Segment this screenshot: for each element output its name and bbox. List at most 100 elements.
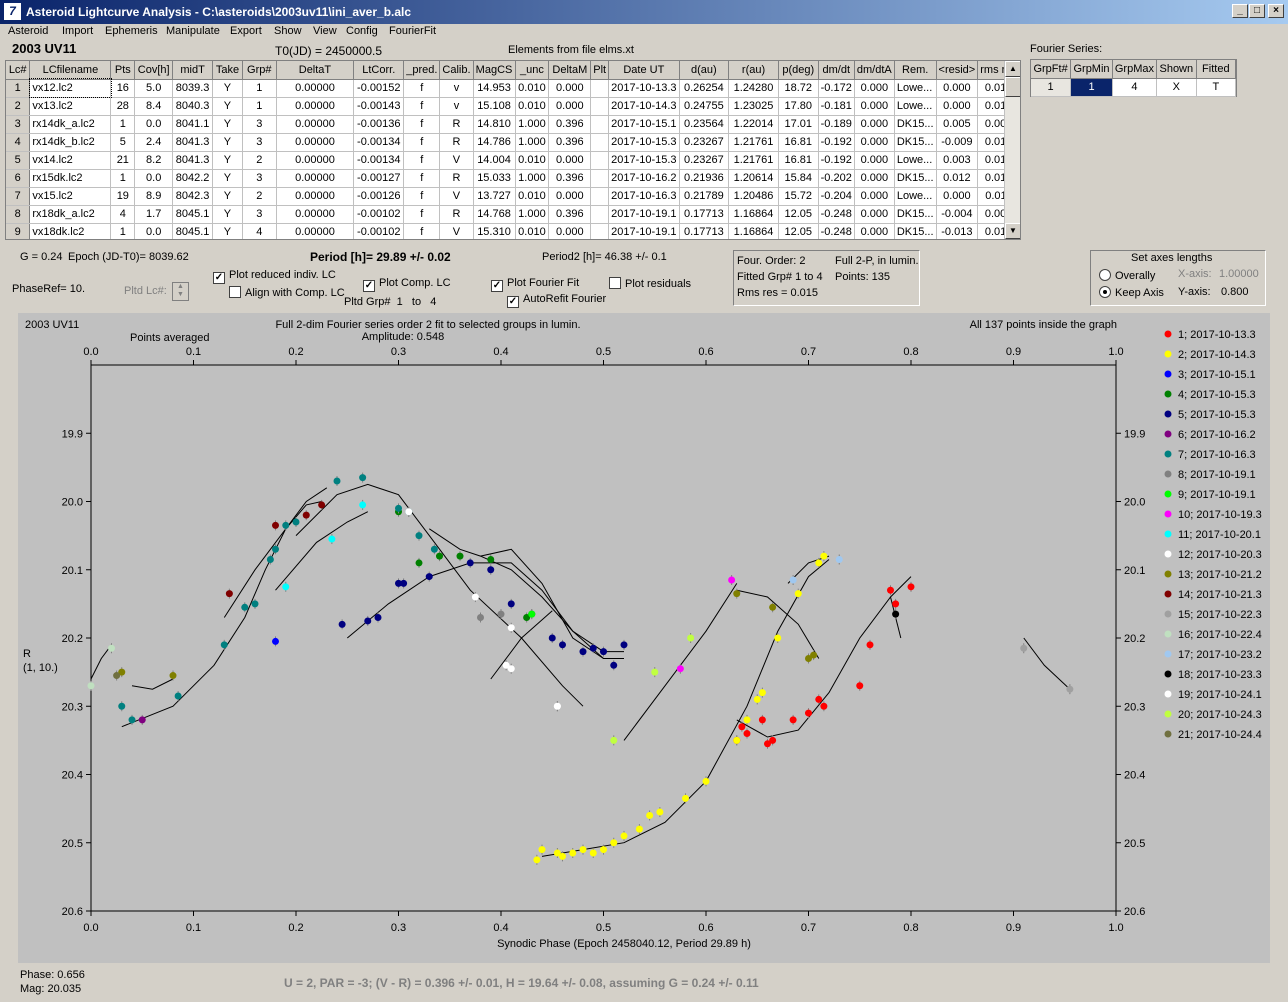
- table-cell[interactable]: -0.00143: [353, 97, 405, 116]
- data-point[interactable]: [1066, 685, 1074, 693]
- data-point[interactable]: [251, 600, 259, 608]
- table-cell[interactable]: 8041.1: [172, 115, 214, 134]
- table-cell[interactable]: 15.310: [473, 223, 516, 239]
- table-cell[interactable]: 3: [242, 133, 277, 152]
- data-point[interactable]: [794, 590, 802, 598]
- column-header[interactable]: DeltaM: [548, 61, 592, 80]
- table-row[interactable]: 8 rx18dk_a.lc2 4 1.7 8045.1 Y 3 0.00000 -0.00102…: [6, 205, 1020, 224]
- data-point[interactable]: [169, 672, 177, 680]
- table-cell[interactable]: vx18dk.lc2: [29, 223, 112, 239]
- data-point[interactable]: [400, 579, 408, 587]
- table-cell[interactable]: 16.81: [778, 133, 819, 152]
- data-point[interactable]: [128, 716, 136, 724]
- table-cell[interactable]: 0.005: [936, 115, 979, 134]
- table-cell[interactable]: 5: [110, 133, 136, 152]
- plot-reduced-checkbox[interactable]: ✓ Plot reduced indiv. LC: [213, 269, 336, 284]
- table-cell[interactable]: -0.00126: [353, 187, 405, 206]
- data-point[interactable]: [487, 556, 495, 564]
- data-point[interactable]: [436, 552, 443, 560]
- menu-export[interactable]: Export: [230, 25, 262, 37]
- table-cell[interactable]: 0.23267: [679, 133, 730, 152]
- data-point[interactable]: [620, 832, 628, 840]
- data-point[interactable]: [835, 556, 843, 564]
- table-cell[interactable]: 2017-10-15.1: [608, 115, 680, 134]
- table-cell[interactable]: vx14.lc2: [29, 151, 112, 170]
- table-cell[interactable]: 0.000: [854, 79, 895, 98]
- table-cell[interactable]: 0.000: [936, 187, 979, 206]
- data-point[interactable]: [600, 648, 607, 656]
- data-point[interactable]: [589, 849, 597, 857]
- table-cell[interactable]: 1.000: [515, 133, 550, 152]
- table-cell[interactable]: [590, 151, 610, 170]
- table-cell[interactable]: v: [439, 97, 474, 116]
- table-cell[interactable]: -0.00152: [353, 79, 405, 98]
- table-cell[interactable]: 0.000: [854, 151, 895, 170]
- menu-fourierfit[interactable]: FourierFit: [389, 25, 436, 37]
- row-number[interactable]: 9: [6, 223, 31, 239]
- data-point[interactable]: [559, 641, 566, 649]
- data-point[interactable]: [774, 634, 782, 642]
- table-cell[interactable]: 0.396: [548, 115, 592, 134]
- table-cell[interactable]: 1.23025: [728, 97, 779, 116]
- table-cell[interactable]: 8045.1: [172, 205, 214, 224]
- data-point[interactable]: [579, 846, 587, 854]
- fourier-column-header[interactable]: Fitted: [1196, 60, 1237, 79]
- table-cell[interactable]: [590, 169, 610, 188]
- data-point[interactable]: [359, 474, 367, 482]
- table-cell[interactable]: 1: [110, 115, 136, 134]
- data-point[interactable]: [810, 651, 818, 659]
- data-point[interactable]: [395, 504, 402, 512]
- table-cell[interactable]: 8.4: [134, 97, 174, 116]
- table-cell[interactable]: vx13.lc2: [29, 97, 112, 116]
- data-point[interactable]: [676, 665, 684, 673]
- table-cell[interactable]: 15.108: [473, 97, 516, 116]
- row-number[interactable]: 1: [6, 79, 31, 98]
- column-header[interactable]: Cov[h]: [134, 61, 174, 80]
- data-point[interactable]: [318, 501, 326, 509]
- table-cell[interactable]: 0.23267: [679, 151, 730, 170]
- table-cell[interactable]: -0.192: [818, 151, 855, 170]
- table-cell[interactable]: -0.192: [818, 133, 855, 152]
- table-cell[interactable]: 2: [242, 151, 277, 170]
- row-number[interactable]: 7: [6, 187, 31, 206]
- plot-comp-checkbox[interactable]: ✓ Plot Comp. LC: [363, 277, 451, 292]
- table-cell[interactable]: [590, 97, 610, 116]
- data-point[interactable]: [282, 521, 290, 529]
- data-point[interactable]: [769, 603, 777, 611]
- table-scrollbar[interactable]: ▲ ▼: [1004, 61, 1020, 239]
- table-cell[interactable]: -0.00136: [353, 115, 405, 134]
- column-header[interactable]: d(au): [679, 61, 730, 80]
- table-cell[interactable]: rx14dk_a.lc2: [29, 115, 112, 134]
- scroll-thumb[interactable]: [1005, 77, 1020, 97]
- data-point[interactable]: [415, 559, 423, 567]
- table-cell[interactable]: 18.72: [778, 79, 819, 98]
- table-cell[interactable]: 16: [110, 79, 136, 98]
- data-point[interactable]: [687, 634, 695, 642]
- table-cell[interactable]: 0.17713: [679, 223, 730, 239]
- fourier-column-header[interactable]: GrpMin: [1070, 60, 1113, 79]
- table-cell[interactable]: DK15...: [894, 133, 937, 152]
- table-cell[interactable]: 2017-10-16.3: [608, 187, 680, 206]
- table-cell[interactable]: Y: [212, 205, 243, 224]
- data-point[interactable]: [753, 695, 761, 703]
- align-comp-checkbox[interactable]: Align with Comp. LC: [229, 286, 345, 299]
- data-point[interactable]: [866, 641, 874, 649]
- table-cell[interactable]: 0.010: [515, 97, 550, 116]
- data-point[interactable]: [507, 600, 515, 608]
- table-cell[interactable]: 4: [242, 223, 277, 239]
- column-header[interactable]: Pts: [110, 61, 136, 80]
- fourier-column-header[interactable]: Shown: [1156, 60, 1197, 79]
- table-cell[interactable]: 21: [110, 151, 136, 170]
- table-cell[interactable]: V: [439, 223, 474, 239]
- data-point[interactable]: [610, 661, 618, 669]
- table-cell[interactable]: 0.396: [548, 133, 592, 152]
- data-point[interactable]: [856, 682, 864, 690]
- table-cell[interactable]: R: [439, 169, 474, 188]
- table-cell[interactable]: 2017-10-16.2: [608, 169, 680, 188]
- table-cell[interactable]: DK15...: [894, 169, 937, 188]
- table-cell[interactable]: 1.24280: [728, 79, 779, 98]
- table-cell[interactable]: DK15...: [894, 115, 937, 134]
- data-point[interactable]: [507, 624, 515, 632]
- data-point[interactable]: [656, 808, 664, 816]
- table-cell[interactable]: 2017-10-15.3: [608, 133, 680, 152]
